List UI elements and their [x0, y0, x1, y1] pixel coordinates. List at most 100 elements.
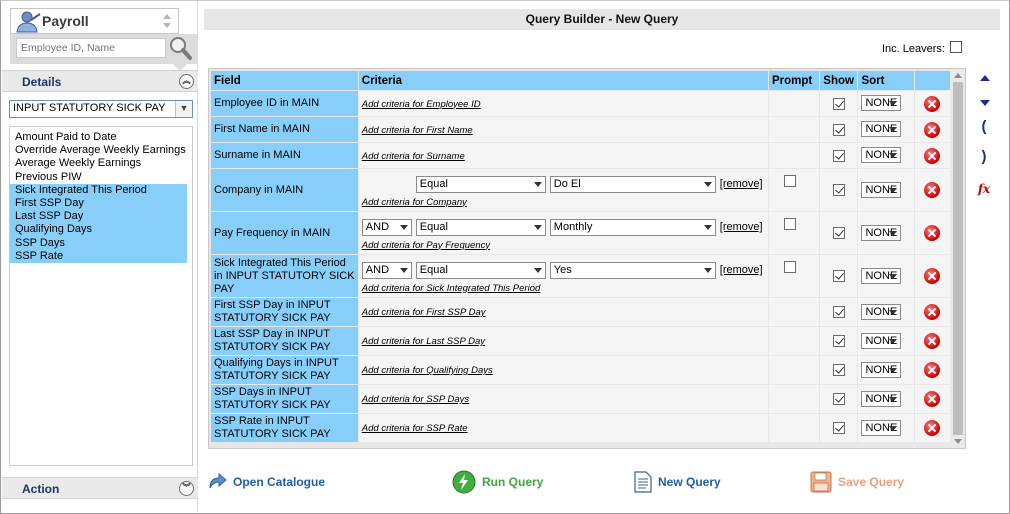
delete-row-icon[interactable] — [924, 333, 941, 349]
add-criteria-link[interactable]: Add criteria for First SSP Day — [362, 307, 486, 318]
field-list-item[interactable]: Amount Paid to Date — [10, 131, 187, 144]
move-up-icon[interactable] — [980, 75, 990, 81]
field-list[interactable]: Amount Paid to Date Override Average Week… — [9, 126, 193, 466]
delete-row-icon[interactable] — [924, 304, 941, 320]
show-checkbox[interactable] — [832, 149, 845, 162]
move-down-icon[interactable] — [980, 100, 990, 106]
sort-select[interactable]: NONE — [861, 95, 902, 111]
add-criteria-link[interactable]: Add criteria for First Name — [362, 125, 473, 136]
chevron-down-icon — [889, 425, 898, 431]
field-list-item[interactable]: Qualifying Days — [10, 223, 187, 237]
remove-criteria-link[interactable]: [remove] — [720, 264, 763, 276]
run-query-button[interactable]: Run Query — [452, 468, 543, 496]
scroll-up-icon[interactable] — [954, 73, 962, 78]
show-checkbox[interactable] — [832, 227, 845, 240]
show-checkbox[interactable] — [832, 184, 845, 197]
field-list-item[interactable]: Override Average Weekly Earnings — [10, 144, 187, 157]
sort-select[interactable]: NONE — [861, 390, 902, 407]
delete-row-icon[interactable] — [924, 362, 941, 378]
scroll-thumb[interactable] — [953, 82, 963, 435]
remove-criteria-link[interactable]: [remove] — [720, 221, 763, 233]
add-criteria-link[interactable]: Add criteria for Employee ID — [362, 99, 481, 110]
conjunction-select[interactable]: AND — [361, 218, 412, 236]
close-paren-button[interactable]: ) — [976, 148, 992, 165]
module-selector[interactable]: Payroll — [10, 8, 179, 34]
action-section-header[interactable]: Action ︾ — [2, 477, 198, 499]
show-checkbox[interactable] — [832, 335, 845, 348]
field-list-item[interactable]: Sick Integrated This Period — [10, 183, 187, 197]
show-checkbox[interactable] — [832, 97, 845, 110]
sort-select[interactable]: NONE — [861, 303, 902, 320]
inc-leavers-checkbox[interactable] — [950, 41, 962, 53]
field-list-item[interactable]: Average Weekly Earnings — [10, 157, 187, 170]
add-criteria-link[interactable]: Add criteria for Pay Frequency — [362, 240, 490, 251]
chevron-down-icon[interactable]: ▼ — [175, 101, 192, 117]
category-select[interactable]: INPUT STATUTORY SICK PAY ▼ — [9, 100, 193, 118]
add-criteria-link[interactable]: Add criteria for Sick Integrated This Pe… — [362, 283, 540, 294]
sort-select[interactable]: NONE — [861, 361, 902, 378]
delete-row-icon[interactable] — [924, 95, 941, 112]
value-select[interactable]: Do El — [549, 175, 716, 193]
table-row: Qualifying Days in INPUT STATUTORY SICK … — [211, 356, 950, 384]
sort-select[interactable]: NONE — [861, 332, 902, 349]
sort-cell: NONE — [858, 143, 914, 168]
delete-row-icon[interactable] — [924, 420, 941, 436]
prompt-checkbox[interactable] — [784, 261, 797, 274]
fx-icon[interactable]: fx — [976, 182, 992, 196]
open-catalogue-button[interactable]: Open Catalogue — [207, 468, 325, 496]
save-query-button[interactable]: Save Query — [810, 468, 904, 496]
delete-row-icon[interactable] — [924, 147, 941, 164]
remove-criteria-link[interactable]: [remove] — [720, 178, 763, 190]
left-panel: Payroll Details ︽ INPUT STATUTORY SICK P… — [1, 1, 198, 512]
add-criteria-link[interactable]: Add criteria for Company — [362, 197, 467, 208]
scroll-down-icon[interactable] — [954, 439, 962, 444]
new-query-button[interactable]: New Query — [634, 468, 721, 496]
sort-select[interactable]: NONE — [861, 267, 902, 284]
sort-select[interactable]: NONE — [861, 121, 902, 137]
prompt-checkbox[interactable] — [784, 175, 797, 188]
show-checkbox[interactable] — [832, 393, 845, 406]
search-icon[interactable] — [168, 35, 192, 61]
field-list-item[interactable]: First SSP Day — [10, 196, 187, 211]
show-checkbox[interactable] — [832, 364, 845, 377]
add-criteria-link[interactable]: Add criteria for Qualifying Days — [362, 365, 493, 376]
show-checkbox[interactable] — [832, 306, 845, 319]
prompt-checkbox[interactable] — [784, 218, 797, 231]
field-list-item[interactable]: Last SSP Day — [10, 210, 187, 224]
delete-row-icon[interactable] — [924, 225, 941, 241]
grid-scrollbar[interactable] — [952, 69, 964, 448]
operator-select[interactable]: Equal — [415, 261, 546, 279]
sort-select[interactable]: NONE — [861, 181, 902, 198]
delete-row-icon[interactable] — [924, 391, 941, 407]
delete-row-icon[interactable] — [924, 268, 941, 284]
delete-cell — [914, 117, 950, 142]
field-list-item[interactable]: Previous PIW — [10, 171, 187, 184]
add-criteria-link[interactable]: Add criteria for SSP Days — [362, 394, 469, 405]
show-checkbox[interactable] — [832, 270, 845, 283]
sort-select[interactable]: NONE — [861, 224, 902, 241]
operator-select[interactable]: Equal — [415, 175, 546, 193]
expand-down-icon[interactable]: ︾ — [179, 481, 194, 496]
add-criteria-link[interactable]: Add criteria for SSP Rate — [362, 423, 468, 434]
show-checkbox[interactable] — [832, 123, 845, 136]
show-checkbox[interactable] — [832, 422, 845, 435]
delete-row-icon[interactable] — [924, 182, 941, 198]
operator-select[interactable]: Equal — [415, 218, 546, 236]
field-list-item[interactable]: SSP Rate — [10, 249, 187, 263]
prompt-cell — [769, 212, 820, 254]
collapse-up-icon[interactable]: ︽ — [179, 74, 194, 89]
sort-select[interactable]: NONE — [861, 147, 902, 163]
field-cell: First Name in MAIN — [211, 117, 358, 142]
details-section-header[interactable]: Details ︽ — [2, 70, 198, 92]
employee-search-input[interactable] — [16, 38, 166, 58]
field-list-item[interactable]: SSP Days — [10, 236, 187, 250]
conjunction-select[interactable]: AND — [361, 261, 412, 279]
value-select[interactable]: Monthly — [549, 218, 716, 236]
sort-select[interactable]: NONE — [861, 419, 902, 436]
open-paren-button[interactable]: ( — [976, 118, 992, 135]
add-criteria-link[interactable]: Add criteria for Last SSP Day — [362, 336, 485, 347]
delete-row-icon[interactable] — [924, 121, 941, 138]
add-criteria-link[interactable]: Add criteria for Surname — [362, 151, 465, 162]
value-select[interactable]: Yes — [549, 261, 716, 279]
spinner-arrows-icon[interactable] — [161, 12, 173, 30]
